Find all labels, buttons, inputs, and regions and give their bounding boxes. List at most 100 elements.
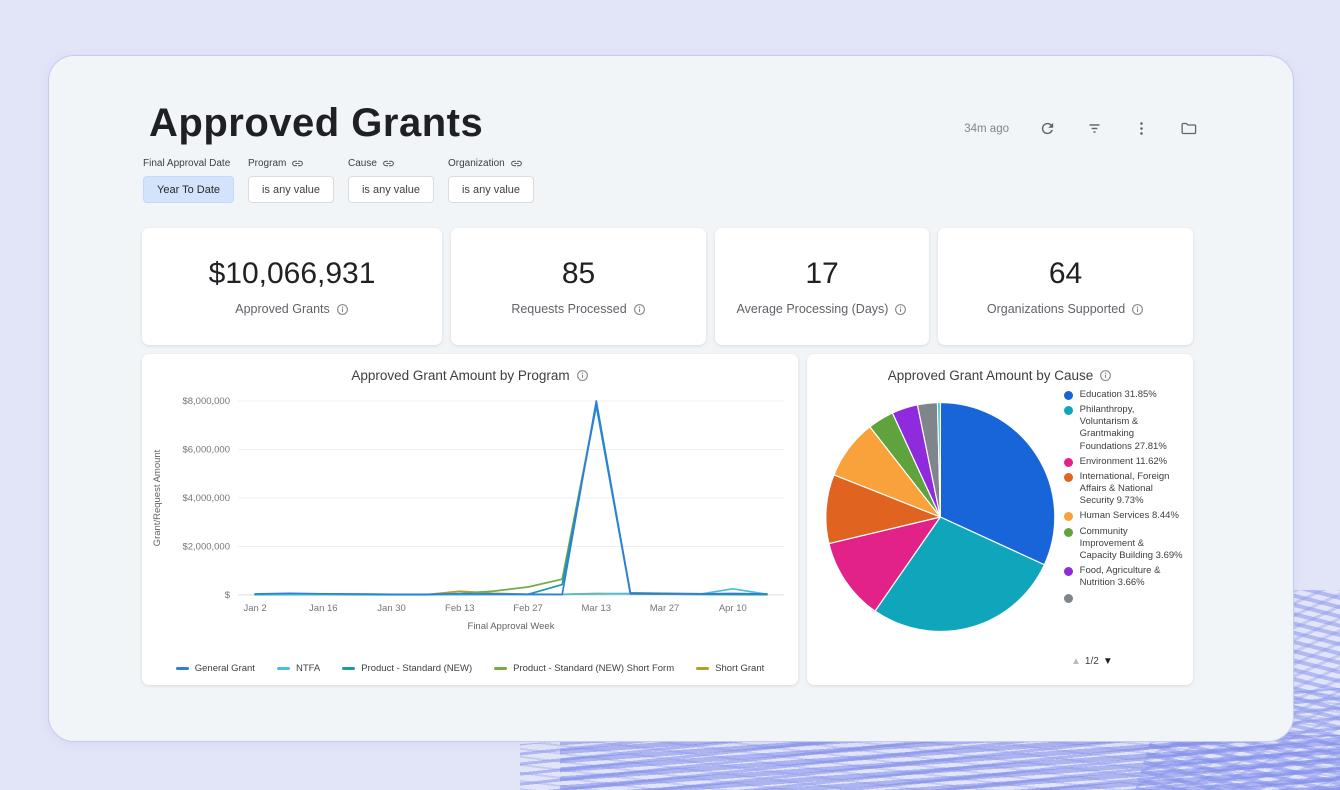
x-tick-label: Feb 13: [445, 603, 475, 614]
filter-label: Organization: [448, 157, 505, 169]
legend-label: General Grant: [194, 663, 255, 674]
line-chart-header: Approved Grant Amount by Program: [142, 354, 798, 383]
x-tick-label: Jan 2: [243, 603, 266, 614]
legend-swatch: [696, 667, 710, 670]
filter-chip-2[interactable]: is any value: [348, 176, 434, 203]
dashboard-toolbar: 34m ago: [964, 120, 1197, 137]
kpi-label-row: Approved Grants: [235, 302, 349, 316]
pie-legend-item-5[interactable]: Community Improvement & Capacity Buildin…: [1063, 526, 1183, 562]
legend-label: Product - Standard (NEW) Short Form: [513, 663, 675, 674]
legend-swatch: [1063, 567, 1073, 577]
filter-label-row: Program: [248, 156, 334, 170]
legend-swatch: [1063, 457, 1073, 467]
folder-icon[interactable]: [1180, 120, 1197, 137]
kpi-label: Organizations Supported: [986, 302, 1126, 316]
filter-group-final-approval-date: Final Approval Date Year To Date: [143, 156, 234, 203]
pie-legend-item-1[interactable]: Philanthropy, Voluntarism & Grantmaking …: [1063, 404, 1183, 453]
pie-legend-item-3[interactable]: International, Foreign Affairs & Nationa…: [1063, 470, 1183, 507]
filter-group-cause: Cause is any value: [348, 156, 434, 203]
legend-item-product-standard-new-short-form[interactable]: Product - Standard (NEW) Short Form: [494, 663, 674, 674]
kpi-value: 17: [805, 257, 839, 290]
last-updated-label: 34m ago: [964, 122, 1009, 135]
kpi-value: 64: [1048, 257, 1083, 290]
filter-group-program: Program is any value: [248, 156, 334, 203]
legend-swatch: [494, 667, 508, 670]
filter-row: Final Approval Date Year To Date Program is…: [143, 156, 534, 203]
legend-label: Education 31.85%: [1079, 389, 1157, 400]
legend-item-general-grant[interactable]: General Grant: [175, 663, 255, 674]
pie-legend-item-6[interactable]: Food, Agriculture & Nutrition 3.66%: [1063, 565, 1183, 589]
x-tick-label: Feb 27: [513, 603, 543, 614]
legend-label: International, Foreign Affairs & Nationa…: [1079, 470, 1170, 507]
page-down-arrow[interactable]: ▼: [1103, 656, 1113, 667]
legend-item-product-standard-new-[interactable]: Product - Standard (NEW): [342, 663, 472, 674]
kebab-menu-icon[interactable]: [1133, 120, 1150, 137]
page-title: Approved Grants: [149, 101, 484, 145]
legend-item-short-grant[interactable]: Short Grant: [696, 663, 764, 674]
y-tick-label: $4,000,000: [182, 493, 230, 504]
legend-swatch: [1063, 406, 1073, 416]
info-icon[interactable]: [576, 369, 589, 382]
x-axis-title: Final Approval Week: [468, 621, 555, 632]
pie-legend-item-7[interactable]: [1063, 592, 1183, 604]
page-up-arrow: ▲: [1071, 656, 1081, 667]
legend-swatch: [276, 667, 290, 670]
kpi-label: Requests Processed: [511, 302, 627, 316]
y-tick-label: $: [225, 590, 231, 601]
legend-item-ntfa[interactable]: NTFA: [276, 663, 321, 674]
pie-legend-item-4[interactable]: Human Services 8.44%: [1063, 510, 1183, 522]
pie-chart-body: Education 31.85% Philanthropy, Voluntaris…: [807, 383, 1193, 641]
info-icon[interactable]: [576, 369, 589, 382]
kpi-label: Approved Grants: [235, 302, 330, 316]
kpi-label-row: Average Processing (Days): [737, 302, 908, 316]
legend-label: Short Grant: [715, 663, 765, 674]
kpi-label-row: Requests Processed: [511, 302, 645, 316]
info-icon[interactable]: [336, 303, 349, 316]
kpi-label-row: Organizations Supported: [987, 302, 1144, 316]
filter-label-row: Organization: [448, 156, 534, 170]
refresh-icon[interactable]: [1039, 120, 1056, 137]
legend-label: NTFA: [295, 663, 321, 674]
pie-legend-pagination: ▲ 1/2 ▼: [1071, 656, 1113, 667]
kpi-value: $10,066,931: [208, 257, 376, 290]
y-axis-title: Grant/Request Amount: [152, 449, 163, 546]
legend-swatch: [1063, 472, 1073, 482]
series-line-product-standard-new-short-form[interactable]: [254, 403, 768, 596]
pie-chart-tile: Approved Grant Amount by Cause Education…: [807, 354, 1193, 685]
x-tick-label: Mar 27: [650, 603, 680, 614]
pie-chart: [825, 401, 1056, 633]
kpi-label: Average Processing (Days): [736, 302, 889, 316]
legend-swatch: [1063, 391, 1073, 400]
filter-chip-0[interactable]: Year To Date: [143, 176, 234, 203]
legend-label: Food, Agriculture & Nutrition 3.66%: [1079, 565, 1161, 589]
x-tick-label: Jan 16: [309, 603, 338, 614]
legend-label: Philanthropy, Voluntarism & Grantmaking …: [1079, 404, 1167, 452]
filter-chip-1[interactable]: is any value: [248, 176, 334, 203]
series-line-product-standard-new-[interactable]: [254, 404, 768, 596]
pie-legend-item-0[interactable]: Education 31.85%: [1063, 389, 1183, 401]
legend-swatch: [342, 667, 356, 670]
kpi-value: 85: [561, 257, 596, 290]
info-icon[interactable]: [894, 303, 907, 316]
filter-icon[interactable]: [1086, 120, 1103, 137]
kpi-tile: 64 Organizations Supported: [938, 228, 1193, 345]
pie-legend-item-2[interactable]: Environment 11.62%: [1063, 456, 1183, 468]
info-icon[interactable]: [1099, 369, 1112, 382]
filter-label: Program: [248, 157, 287, 169]
line-chart-title: Approved Grant Amount by Program: [351, 368, 570, 383]
info-icon[interactable]: [1099, 369, 1112, 382]
info-icon[interactable]: [633, 303, 646, 316]
brush-texture: [560, 735, 1340, 790]
legend-swatch: [1063, 594, 1073, 604]
legend-swatch: [1063, 512, 1073, 522]
info-icon[interactable]: [1131, 303, 1144, 316]
x-tick-label: Mar 13: [582, 603, 612, 614]
y-tick-label: $8,000,000: [182, 396, 230, 407]
kpi-tile: 85 Requests Processed: [451, 228, 706, 345]
toolbar-icons: [1039, 120, 1197, 137]
kpi-tile: $10,066,931 Approved Grants: [142, 228, 442, 345]
legend-swatch: [1063, 527, 1073, 537]
legend-swatch: [175, 667, 189, 670]
legend-label: Product - Standard (NEW): [361, 663, 473, 674]
filter-chip-3[interactable]: is any value: [448, 176, 534, 203]
